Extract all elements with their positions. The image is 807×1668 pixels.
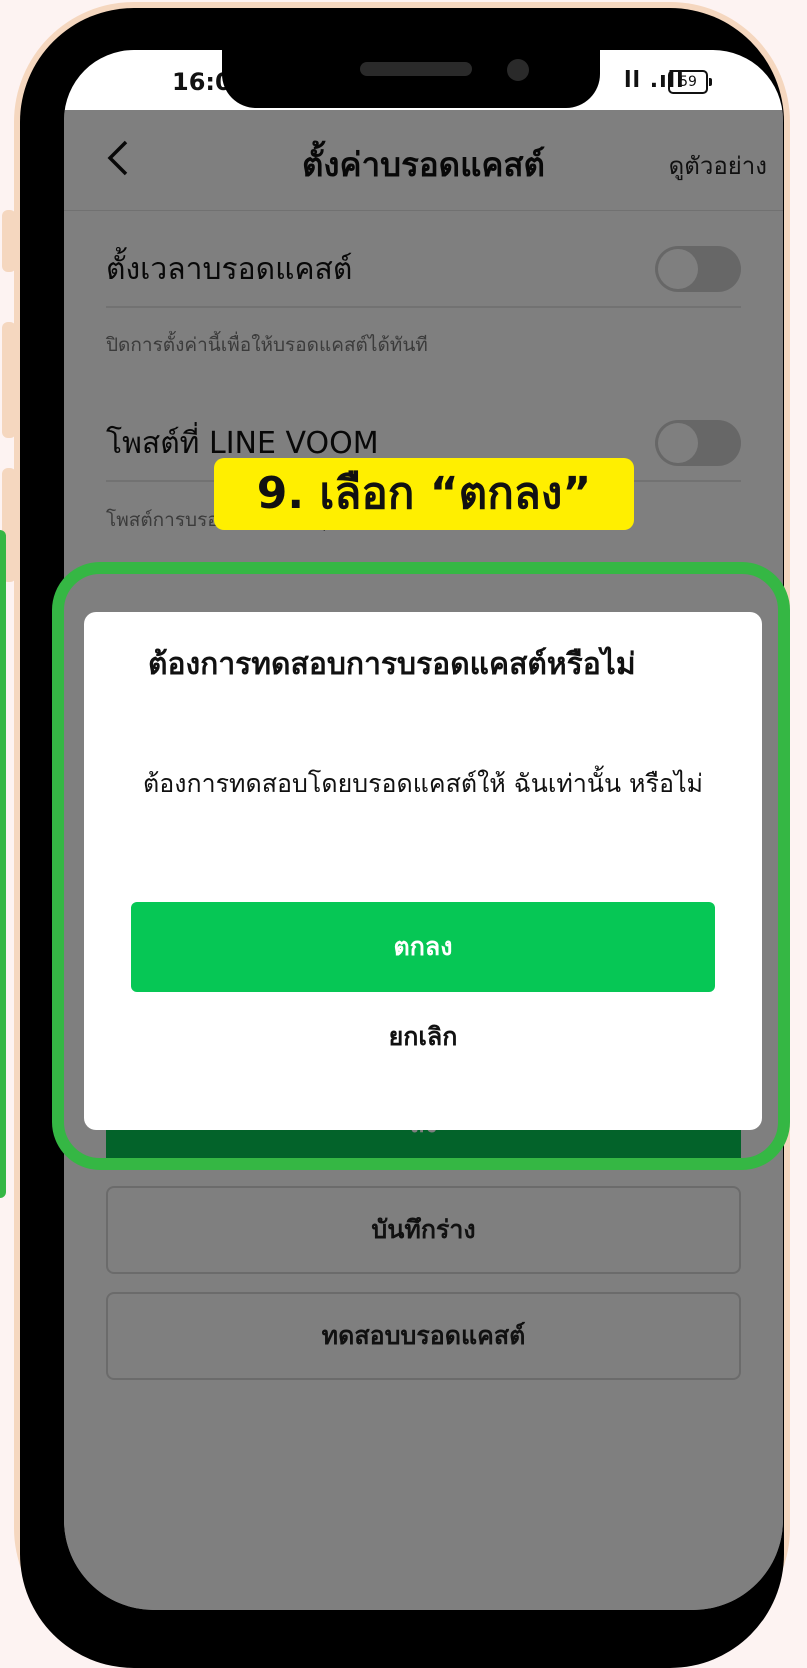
decorative-green-edge [0,530,6,1198]
highlight-frame [52,562,790,1170]
step-annotation-label: 9. เลือก “ตกลง” [214,458,634,530]
battery-icon: 59 [668,70,712,94]
phone-speaker [360,62,472,76]
phone-notch [222,44,600,108]
phone-camera [507,59,529,81]
